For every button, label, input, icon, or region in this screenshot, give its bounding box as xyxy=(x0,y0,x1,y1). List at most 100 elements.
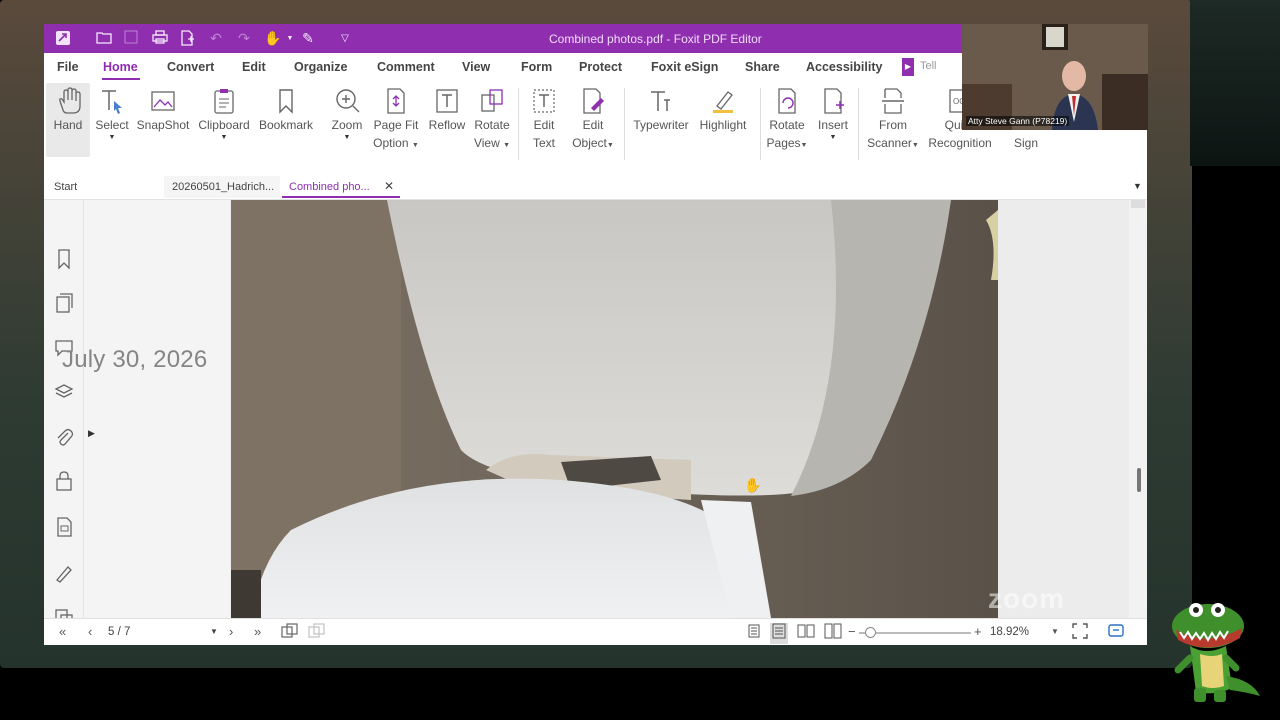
vertical-scrollbar[interactable] xyxy=(1129,200,1147,618)
highlight-icon xyxy=(713,91,733,113)
zoom-in-icon[interactable]: + xyxy=(974,623,982,641)
quick-recognition-label-2: Recognition xyxy=(928,136,992,150)
redo-icon[interactable]: ↷ xyxy=(235,30,253,47)
facing-view-icon[interactable] xyxy=(797,623,815,644)
insert-label: Insert xyxy=(817,118,848,132)
hand-tool-icon[interactable]: ✋ xyxy=(264,30,282,47)
tabs-dropdown-icon[interactable]: ▼ xyxy=(1133,181,1142,191)
continuous-view-icon[interactable] xyxy=(770,623,788,644)
close-tab-icon[interactable]: ✕ xyxy=(384,179,394,193)
chevron-down-icon: ▼ xyxy=(503,142,511,149)
edit-object-icon xyxy=(583,88,604,114)
hand-button[interactable]: Hand xyxy=(47,86,89,178)
zoom-button[interactable]: Zoom ▼ xyxy=(328,86,366,178)
webcam-person-image xyxy=(962,24,1148,130)
continuous-facing-view-icon[interactable] xyxy=(824,623,842,644)
clipboard-icon xyxy=(214,89,234,114)
pages-panel-icon[interactable] xyxy=(54,292,74,314)
next-page-icon[interactable]: › xyxy=(229,623,233,641)
menu-accessibility[interactable]: Accessibility xyxy=(806,60,882,74)
snapshot-button[interactable]: SnapShot xyxy=(135,86,191,178)
insert-button[interactable]: Insert ▼ xyxy=(814,86,852,178)
customize-icon[interactable]: ▽ xyxy=(336,30,354,47)
bookmark-button[interactable]: Bookmark xyxy=(258,86,314,178)
edit-object-button[interactable]: Edit Object▼ xyxy=(570,86,616,178)
chevron-down-icon[interactable]: ▼ xyxy=(281,30,299,47)
edit-text-button[interactable]: Edit Text xyxy=(526,86,562,178)
rotate-pages-label-1: Rotate xyxy=(769,118,805,132)
tab-start[interactable]: Start xyxy=(54,181,77,193)
rotate-view-button[interactable]: Rotate View ▼ xyxy=(472,86,512,178)
rotate-view-icon xyxy=(481,89,503,112)
security-panel-icon[interactable] xyxy=(54,470,74,492)
edit-text-icon xyxy=(533,89,555,113)
typewriter-button[interactable]: Typewriter xyxy=(632,86,690,178)
undo-icon[interactable]: ↶ xyxy=(207,30,225,47)
clipboard-button[interactable]: Clipboard ▼ xyxy=(196,86,252,178)
menu-protect[interactable]: Protect xyxy=(579,60,622,74)
from-scanner-label-2-text: Scanner xyxy=(867,136,912,150)
last-page-icon[interactable]: » xyxy=(254,623,261,641)
tab-doc1[interactable]: 20260501_Hadrich... xyxy=(172,181,274,193)
scrollbar-thumb[interactable] xyxy=(1137,468,1141,492)
page-fit-option-button[interactable]: Page Fit Option ▼ xyxy=(371,86,421,178)
crocodile-mascot-icon xyxy=(1172,603,1260,702)
single-page-view-icon[interactable] xyxy=(746,623,762,644)
highlight-button[interactable]: Highlight xyxy=(694,86,752,178)
layers-panel-icon[interactable] xyxy=(54,380,74,402)
menu-foxit-esign[interactable]: Foxit eSign xyxy=(651,60,718,74)
fullscreen-icon[interactable] xyxy=(1072,623,1088,644)
menu-organize[interactable]: Organize xyxy=(294,60,348,74)
open-folder-icon[interactable] xyxy=(95,30,113,47)
ribbon-divider xyxy=(518,88,519,160)
hand-cursor-icon: ✋ xyxy=(744,477,762,493)
file-panel-icon[interactable] xyxy=(54,516,74,538)
reflow-button[interactable]: Reflow xyxy=(427,86,467,178)
rotate-pages-button[interactable]: Rotate Pages▼ xyxy=(764,86,810,178)
select-button[interactable]: Select ▼ xyxy=(92,86,132,178)
zoom-icon xyxy=(336,89,360,113)
menu-file[interactable]: File xyxy=(57,60,79,74)
chat-icon[interactable] xyxy=(1108,623,1124,644)
ribbon-divider xyxy=(760,88,761,160)
save-icon[interactable] xyxy=(122,30,140,47)
menu-scroll-right-icon[interactable]: ▶ xyxy=(902,58,914,76)
menu-convert[interactable]: Convert xyxy=(167,60,214,74)
rotate-pages-icon xyxy=(778,88,796,114)
page-fit-label-2-text: Option xyxy=(373,136,409,150)
copy-page-icon[interactable] xyxy=(281,623,299,644)
bookmarks-panel-icon[interactable] xyxy=(54,248,74,270)
from-scanner-button[interactable]: From Scanner▼ xyxy=(864,86,922,178)
highlight-pen-icon[interactable]: ✎ xyxy=(299,30,317,47)
foxit-logo-icon[interactable] xyxy=(54,30,72,47)
menu-edit[interactable]: Edit xyxy=(242,60,266,74)
zoom-slider-knob[interactable] xyxy=(865,627,876,638)
chevron-down-icon[interactable]: ▼ xyxy=(1051,623,1059,641)
menu-home[interactable]: Home xyxy=(103,60,138,74)
paste-page-icon[interactable] xyxy=(308,623,326,644)
ribbon-divider xyxy=(858,88,859,160)
menu-view[interactable]: View xyxy=(462,60,490,74)
menu-share[interactable]: Share xyxy=(745,60,780,74)
print-icon[interactable] xyxy=(151,30,169,47)
rotate-view-label-2: View ▼ xyxy=(472,134,512,155)
expand-panel-icon[interactable]: ▶ xyxy=(88,428,95,439)
chevron-down-icon: ▼ xyxy=(210,627,218,636)
menu-form[interactable]: Form xyxy=(521,60,552,74)
export-icon[interactable] xyxy=(178,30,196,47)
window-title: Combined photos.pdf - Foxit PDF Editor xyxy=(549,32,762,46)
zoom-out-icon[interactable]: − xyxy=(848,623,856,641)
zoom-level[interactable]: 18.92% xyxy=(990,626,1029,638)
highlight-label: Highlight xyxy=(699,118,747,132)
menu-comment[interactable]: Comment xyxy=(377,60,435,74)
edit-object-label-2-text: Object xyxy=(572,136,607,150)
tab-combined-photos[interactable]: Combined pho... xyxy=(289,181,370,193)
tell-me-search[interactable]: Tell xyxy=(920,60,937,72)
previous-page-icon[interactable]: ‹ xyxy=(88,623,92,641)
first-page-icon[interactable]: « xyxy=(59,623,66,641)
insert-page-icon xyxy=(824,88,844,114)
attachments-panel-icon[interactable] xyxy=(54,426,74,448)
signature-panel-icon[interactable] xyxy=(54,562,74,584)
navigation-panel xyxy=(44,200,84,627)
page-number-input[interactable]: 5 / 7 ▼ xyxy=(108,623,218,641)
